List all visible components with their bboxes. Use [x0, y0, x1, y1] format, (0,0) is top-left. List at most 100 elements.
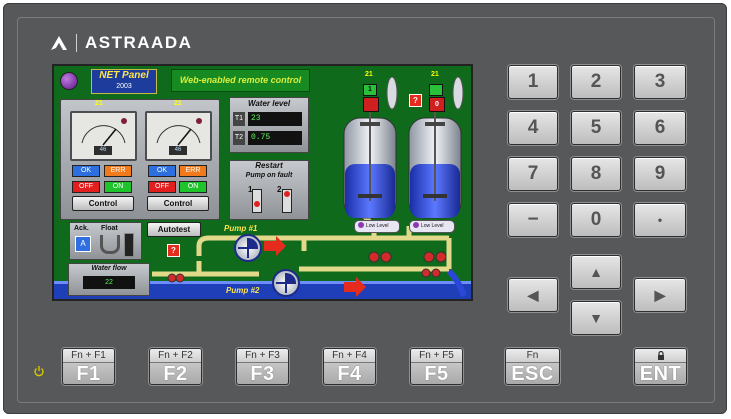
tank1-low-level: Low Level [354, 220, 400, 233]
err-indicator-1: ERR [104, 165, 132, 177]
key-4[interactable]: 4 [508, 111, 558, 145]
key-3[interactable]: 3 [634, 65, 686, 99]
f3-label: F3 [250, 363, 275, 385]
control-button-2[interactable]: Control [147, 196, 209, 211]
t1-label: T1 [233, 112, 245, 126]
off-indicator-2: OFF [148, 181, 176, 193]
key-8[interactable]: 8 [571, 157, 621, 191]
esc-label: ESC [511, 363, 554, 385]
control-button-1[interactable]: Control [72, 196, 134, 211]
float-label: Float [101, 225, 118, 232]
on-indicator-2: ON [179, 181, 207, 193]
tank1-temp: 21 [365, 71, 373, 78]
key-0[interactable]: 0 [571, 203, 621, 237]
gauge-panel: 21 21 46 46 OK ERR OK ERR OFF ON OFF ON … [60, 99, 220, 220]
water-level-panel: Water level T1 23 T2 0.75 [229, 97, 309, 153]
arrow-left-button[interactable]: ◀ [508, 278, 558, 312]
autotest-button[interactable]: Autotest [147, 222, 201, 237]
arrow-left-icon: ◀ [527, 286, 539, 303]
f3-sub-label: Fn + F3 [237, 349, 288, 363]
t1-value: 23 [248, 112, 302, 126]
f2-label: F2 [163, 363, 188, 385]
ok-indicator-1: OK [72, 165, 100, 177]
key-7[interactable]: 7 [508, 157, 558, 191]
gauge2-temp: 21 [174, 100, 182, 107]
enter-key[interactable]: ENT [634, 348, 687, 385]
on-indicator-1: ON [104, 181, 132, 193]
pump1-label: Pump #1 [224, 224, 258, 233]
f4-label: F4 [337, 363, 362, 385]
alarm-indicator-2: ? [409, 94, 422, 107]
tank2-low-level-icon [413, 222, 419, 228]
key-6[interactable]: 6 [634, 111, 686, 145]
f4-key[interactable]: Fn + F4 F4 [323, 348, 376, 385]
web-banner: Web-enabled remote control [171, 69, 310, 92]
f2-key[interactable]: Fn + F2 F2 [149, 348, 202, 385]
pump-1[interactable] [234, 234, 262, 262]
gauge1-value: 46 [94, 146, 112, 155]
key-2[interactable]: 2 [571, 65, 621, 99]
switch-2-label: 2 [277, 185, 282, 194]
water-flow-title: Water flow [91, 265, 127, 272]
key-5[interactable]: 5 [571, 111, 621, 145]
off-indicator-1: OFF [72, 181, 100, 193]
gauge1-temp: 21 [95, 100, 103, 107]
lock-icon [657, 351, 664, 360]
hmi-screen[interactable]: NET Panel 2003 Web-enabled remote contro… [52, 64, 473, 301]
power-icon [34, 366, 44, 377]
f1-label: F1 [76, 363, 101, 385]
ok-indicator-2: OK [148, 165, 176, 177]
tank2-valve-top [429, 84, 443, 96]
esc-sub-label: Fn [506, 349, 559, 363]
arrow-right-button[interactable]: ▶ [634, 278, 686, 312]
tank2-low-level-label: Low Level [421, 223, 444, 229]
net-panel-name: NET Panel [99, 70, 149, 81]
tank2-valve[interactable]: 0 [429, 84, 445, 112]
logo-separator [76, 34, 77, 52]
restart-panel: Restart Pump on fault 1 2 [229, 160, 309, 220]
f1-sub-label: Fn + F1 [63, 349, 114, 363]
arrow-down-button[interactable]: ▼ [571, 301, 621, 335]
astraada-logo-icon [51, 36, 67, 50]
pump-switch-2[interactable] [282, 189, 292, 213]
arrow-down-icon: ▼ [589, 310, 603, 326]
gauge-2: 46 [145, 111, 212, 161]
pump1-impeller-icon [238, 238, 258, 258]
t2-value: 0.75 [248, 131, 302, 145]
float-level-bar [124, 233, 134, 257]
f2-sub-label: Fn + F2 [150, 349, 201, 363]
key-9[interactable]: 9 [634, 157, 686, 191]
pump-2[interactable] [272, 269, 300, 297]
f3-key[interactable]: Fn + F3 F3 [236, 348, 289, 385]
restart-title: Restart [255, 161, 283, 170]
tank2-valve-state: 0 [429, 97, 445, 112]
tank1-valve[interactable]: 1 [363, 84, 379, 112]
net-panel-title: NET Panel 2003 [91, 69, 157, 94]
pump2-impeller-icon [276, 273, 296, 293]
key-1[interactable]: 1 [508, 65, 558, 99]
ack-button[interactable]: A [75, 236, 91, 252]
f5-key[interactable]: Fn + F5 F5 [410, 348, 463, 385]
f1-key[interactable]: Fn + F1 F1 [62, 348, 115, 385]
esc-key[interactable]: Fn ESC [505, 348, 560, 385]
tank-2-graphic [408, 106, 462, 219]
brand-name: ASTRAADA [85, 33, 193, 52]
gauge-1: 46 [70, 111, 137, 161]
t2-label: T2 [233, 131, 245, 145]
key-minus[interactable]: − [508, 203, 558, 237]
brand-logo: ASTRAADA [50, 33, 192, 53]
tank1-low-level-icon [358, 222, 364, 228]
restart-subtitle: Pump on fault [245, 172, 293, 179]
tank2-temp: 21 [431, 71, 439, 78]
arrow-right-icon: ▶ [654, 286, 666, 303]
f4-sub-label: Fn + F4 [324, 349, 375, 363]
f5-sub-label: Fn + F5 [411, 349, 462, 363]
key-dot[interactable]: • [634, 203, 686, 237]
lock-sub-label [635, 349, 686, 363]
enter-label: ENT [639, 363, 682, 385]
arrow-up-button[interactable]: ▲ [571, 255, 621, 289]
status-indicator [60, 72, 78, 90]
pump-switch-1[interactable] [252, 189, 262, 213]
f5-label: F5 [424, 363, 449, 385]
water-flow-panel: Water flow 22 [68, 263, 150, 296]
